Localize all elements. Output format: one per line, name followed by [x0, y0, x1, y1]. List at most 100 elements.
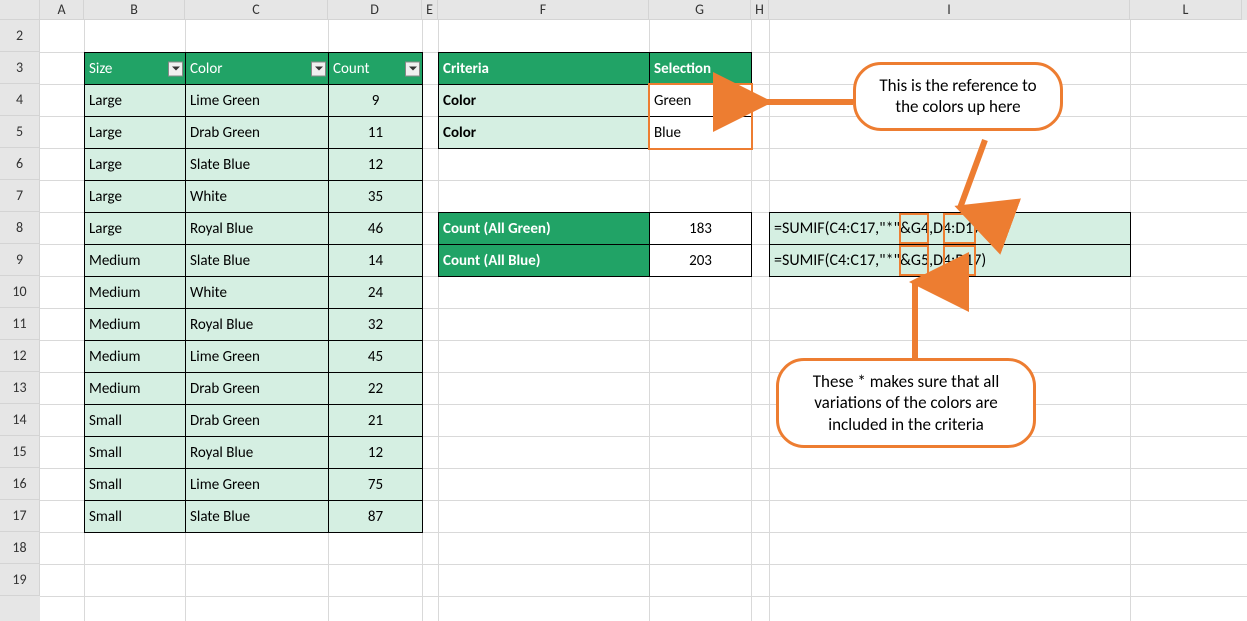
cell-G8[interactable]: 183	[649, 212, 752, 245]
col-header-F[interactable]: F	[438, 0, 649, 20]
cell-C17[interactable]: Slate Blue	[185, 500, 329, 533]
cell-C15[interactable]: Royal Blue	[185, 436, 329, 469]
cell-F3-header-criteria[interactable]: Criteria	[438, 52, 650, 85]
cell-F8[interactable]: Count (All Green)	[438, 212, 650, 245]
col-header-G[interactable]: G	[649, 0, 751, 20]
arrow-to-star	[900, 276, 960, 361]
cell-D8[interactable]: 46	[328, 212, 423, 245]
cell-G4[interactable]: Green	[649, 84, 752, 117]
cell-C4[interactable]: Lime Green	[185, 84, 329, 117]
col-header-I[interactable]: I	[769, 0, 1130, 20]
cell-B4[interactable]: Large	[84, 84, 186, 117]
cell-I9-formula[interactable]: =SUMIF(C4:C17,"*"&G5,D4:D17)	[769, 244, 1131, 277]
formula-text: =SUMIF(C4:C17,"*"&G4,D4:D17)	[774, 219, 986, 238]
cell-D16[interactable]: 75	[328, 468, 423, 501]
cell-B3-header-size[interactable]: Size	[84, 52, 186, 85]
col-header-H[interactable]: H	[751, 0, 769, 20]
cell-C6[interactable]: Slate Blue	[185, 148, 329, 181]
cell-D14[interactable]: 21	[328, 404, 423, 437]
cell-C5[interactable]: Drab Green	[185, 116, 329, 149]
cell-D15[interactable]: 12	[328, 436, 423, 469]
cell-F5[interactable]: Color	[438, 116, 650, 149]
cell-D9[interactable]: 14	[328, 244, 423, 277]
cell-B9[interactable]: Medium	[84, 244, 186, 277]
col-header-E[interactable]: E	[422, 0, 438, 20]
cell-B14[interactable]: Small	[84, 404, 186, 437]
row-header-19[interactable]: 19	[0, 564, 40, 596]
cell-C9[interactable]: Slate Blue	[185, 244, 329, 277]
cell-B8[interactable]: Large	[84, 212, 186, 245]
cell-B6[interactable]: Large	[84, 148, 186, 181]
cell-B11[interactable]: Medium	[84, 308, 186, 341]
cell-D10[interactable]: 24	[328, 276, 423, 309]
cell-C13[interactable]: Drab Green	[185, 372, 329, 405]
filter-dropdown-icon[interactable]	[168, 61, 183, 76]
row-header-11[interactable]: 11	[0, 308, 40, 340]
row-header-16[interactable]: 16	[0, 468, 40, 500]
spreadsheet-view: A B C D E F G H I L 2 3 4 5 6 7 8 9 10 1…	[0, 0, 1247, 621]
cell-C3-header-color[interactable]: Color	[185, 52, 329, 85]
cell-C10[interactable]: White	[185, 276, 329, 309]
cell-G3-header-selection[interactable]: Selection	[649, 52, 752, 85]
cell-I8-formula[interactable]: =SUMIF(C4:C17,"*"&G4,D4:D17)	[769, 212, 1131, 245]
cell-D13[interactable]: 22	[328, 372, 423, 405]
grid-area[interactable]: Size Color Count Large Lime Green 9 Larg…	[40, 20, 1247, 621]
row-header-5[interactable]: 5	[0, 116, 40, 148]
cell-C11[interactable]: Royal Blue	[185, 308, 329, 341]
formula-text: =SUMIF(C4:C17,"*"&G5,D4:D17)	[774, 251, 986, 270]
cell-B7[interactable]: Large	[84, 180, 186, 213]
select-all-corner[interactable]	[0, 0, 40, 20]
header-label: Color	[190, 60, 223, 78]
row-header-12[interactable]: 12	[0, 340, 40, 372]
col-header-C[interactable]: C	[185, 0, 328, 20]
row-header-8[interactable]: 8	[0, 212, 40, 244]
filter-dropdown-icon[interactable]	[405, 61, 420, 76]
row-header-2[interactable]: 2	[0, 20, 40, 52]
col-header-L[interactable]: L	[1130, 0, 1242, 20]
cell-C7[interactable]: White	[185, 180, 329, 213]
cell-C12[interactable]: Lime Green	[185, 340, 329, 373]
cell-B13[interactable]: Medium	[84, 372, 186, 405]
cell-B15[interactable]: Small	[84, 436, 186, 469]
cell-D6[interactable]: 12	[328, 148, 423, 181]
row-header-15[interactable]: 15	[0, 436, 40, 468]
callout-reference: This is the reference to the colors up h…	[853, 62, 1063, 131]
cell-D17[interactable]: 87	[328, 500, 423, 533]
cell-B5[interactable]: Large	[84, 116, 186, 149]
header-label: Count	[333, 60, 370, 78]
cell-F4[interactable]: Color	[438, 84, 650, 117]
cell-D3-header-count[interactable]: Count	[328, 52, 423, 85]
row-header-3[interactable]: 3	[0, 52, 40, 84]
cell-C8[interactable]: Royal Blue	[185, 212, 329, 245]
cell-C16[interactable]: Lime Green	[185, 468, 329, 501]
row-header-13[interactable]: 13	[0, 372, 40, 404]
cell-D4[interactable]: 9	[328, 84, 423, 117]
row-header-18[interactable]: 18	[0, 532, 40, 564]
cell-C14[interactable]: Drab Green	[185, 404, 329, 437]
col-header-B[interactable]: B	[84, 0, 185, 20]
cell-G9[interactable]: 203	[649, 244, 752, 277]
row-header-9[interactable]: 9	[0, 244, 40, 276]
header-label: Size	[89, 60, 112, 78]
row-headers: 2 3 4 5 6 7 8 9 10 11 12 13 14 15 16 17 …	[0, 20, 40, 621]
cell-B12[interactable]: Medium	[84, 340, 186, 373]
filter-dropdown-icon[interactable]	[311, 61, 326, 76]
col-header-A[interactable]: A	[40, 0, 84, 20]
row-header-6[interactable]: 6	[0, 148, 40, 180]
cell-D7[interactable]: 35	[328, 180, 423, 213]
cell-G5[interactable]: Blue	[649, 116, 752, 149]
row-header-17[interactable]: 17	[0, 500, 40, 532]
row-header-10[interactable]: 10	[0, 276, 40, 308]
cell-B17[interactable]: Small	[84, 500, 186, 533]
cell-F9[interactable]: Count (All Blue)	[438, 244, 650, 277]
row-header-14[interactable]: 14	[0, 404, 40, 436]
arrow-to-selection	[753, 90, 853, 130]
cell-D12[interactable]: 45	[328, 340, 423, 373]
col-header-D[interactable]: D	[328, 0, 422, 20]
cell-D5[interactable]: 11	[328, 116, 423, 149]
cell-B16[interactable]: Small	[84, 468, 186, 501]
row-header-7[interactable]: 7	[0, 180, 40, 212]
cell-B10[interactable]: Medium	[84, 276, 186, 309]
cell-D11[interactable]: 32	[328, 308, 423, 341]
row-header-4[interactable]: 4	[0, 84, 40, 116]
